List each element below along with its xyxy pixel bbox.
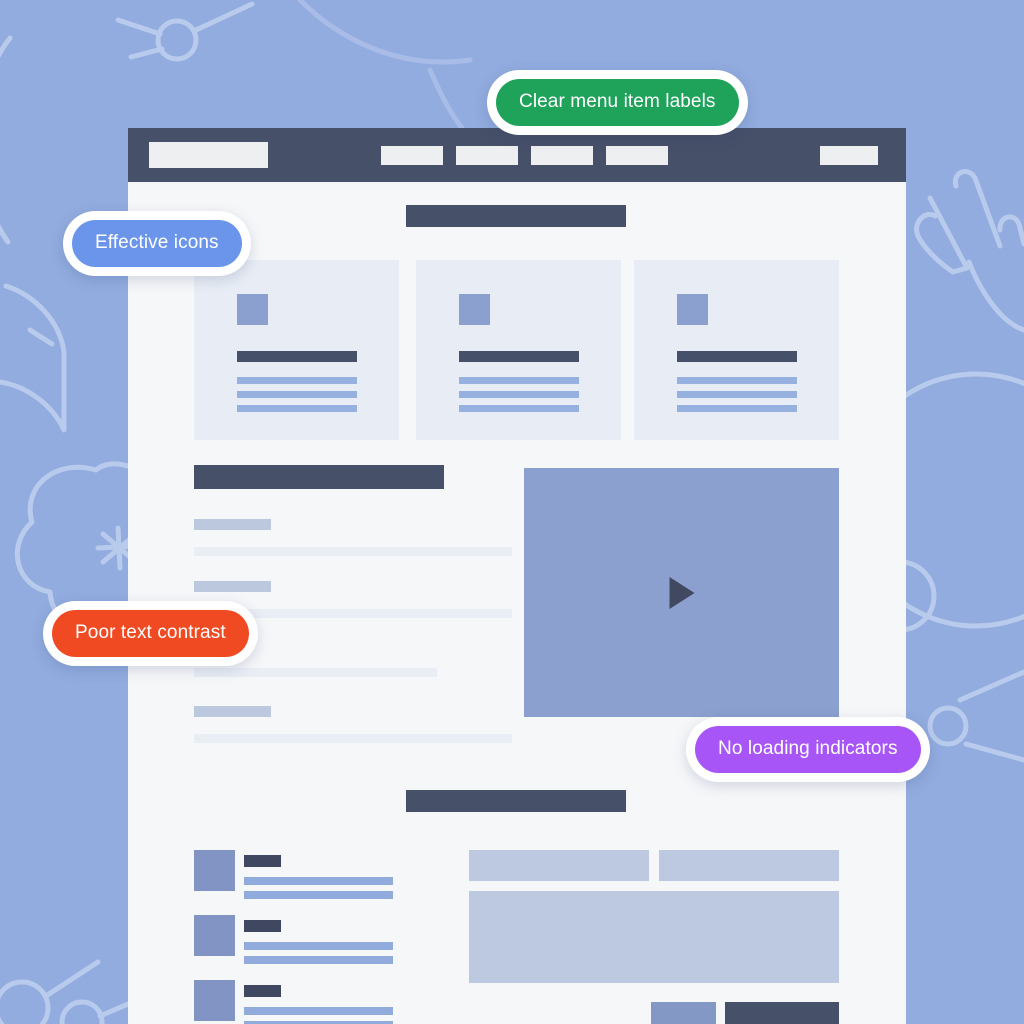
paragraph-line (194, 734, 512, 743)
paragraph-label (194, 519, 271, 530)
card-text-line (677, 391, 797, 398)
card-square-icon (237, 294, 268, 325)
list-item-text-line (244, 877, 393, 885)
card-text-line (677, 405, 797, 412)
pointing-hand-decor (914, 169, 1024, 333)
card-text-line (459, 377, 579, 384)
node-circle-decor (155, 18, 199, 62)
line-decor (957, 669, 1024, 703)
poster-canvas: Clear menu item labels Effective icons P… (0, 0, 1024, 1024)
card-text-line (677, 377, 797, 384)
card-title-placeholder (237, 351, 357, 362)
annotation-label: Effective icons (72, 220, 242, 267)
card-text-line (237, 377, 357, 384)
form-primary-button[interactable] (725, 1002, 839, 1024)
annotation-label: Poor text contrast (52, 610, 249, 657)
mockup-navbar (128, 128, 906, 182)
form-textarea-field[interactable] (469, 891, 839, 983)
line-decor (963, 741, 1024, 763)
list-item-text-line (244, 1007, 393, 1015)
swoosh-decor (297, 0, 473, 65)
card-text-line (237, 405, 357, 412)
feature-card[interactable] (194, 260, 399, 440)
form-input-field[interactable] (659, 850, 839, 881)
form-input-field[interactable] (469, 850, 649, 881)
node-line-decor (43, 959, 101, 999)
node-circle-decor (59, 999, 105, 1024)
node-circle-decor (927, 705, 969, 747)
feature-card[interactable] (634, 260, 839, 440)
book-decor (0, 283, 67, 433)
list-item-text-line (244, 891, 393, 899)
annotation-label: Clear menu item labels (496, 79, 739, 126)
navbar-menu-item-2[interactable] (456, 146, 518, 165)
list-item-text-line (244, 956, 393, 964)
paragraph-line (194, 547, 512, 556)
navbar-menu-item-1[interactable] (381, 146, 443, 165)
navbar-menu-item-4[interactable] (606, 146, 668, 165)
card-square-icon (677, 294, 708, 325)
cards-section-heading (406, 205, 626, 227)
node-line-decor (115, 17, 163, 37)
list-item-title (244, 985, 281, 997)
bottom-section-heading (406, 790, 626, 812)
annotation-pill-poor-text-contrast: Poor text contrast (43, 601, 258, 666)
card-square-icon (459, 294, 490, 325)
arc-decor (0, 35, 13, 245)
content-heading-placeholder (194, 465, 444, 489)
play-icon[interactable] (669, 576, 694, 609)
list-item-title (244, 855, 281, 867)
annotation-pill-clear-menu-item-labels: Clear menu item labels (487, 70, 748, 135)
navbar-cta-button[interactable] (820, 146, 878, 165)
card-text-line (237, 391, 357, 398)
form-secondary-button[interactable] (651, 1002, 716, 1024)
video-player-placeholder[interactable] (524, 468, 839, 717)
list-item-square-icon (194, 850, 235, 891)
annotation-pill-effective-icons: Effective icons (63, 211, 251, 276)
card-title-placeholder (677, 351, 797, 362)
node-line-decor (97, 1001, 131, 1019)
annotation-label: No loading indicators (695, 726, 921, 773)
list-item-text-line (244, 942, 393, 950)
paragraph-label (194, 706, 271, 717)
paragraph-line (194, 668, 437, 677)
paragraph-label (194, 581, 271, 592)
card-text-line (459, 405, 579, 412)
list-item-square-icon (194, 915, 235, 956)
card-text-line (459, 391, 579, 398)
node-circle-decor (0, 979, 51, 1024)
navbar-logo-placeholder[interactable] (149, 142, 268, 168)
annotation-pill-no-loading-indicators: No loading indicators (686, 717, 930, 782)
list-item-square-icon (194, 980, 235, 1021)
node-line-decor (193, 1, 255, 33)
list-item-title (244, 920, 281, 932)
card-title-placeholder (459, 351, 579, 362)
node-line-decor (128, 46, 165, 60)
navbar-menu-item-3[interactable] (531, 146, 593, 165)
feature-card[interactable] (416, 260, 621, 440)
